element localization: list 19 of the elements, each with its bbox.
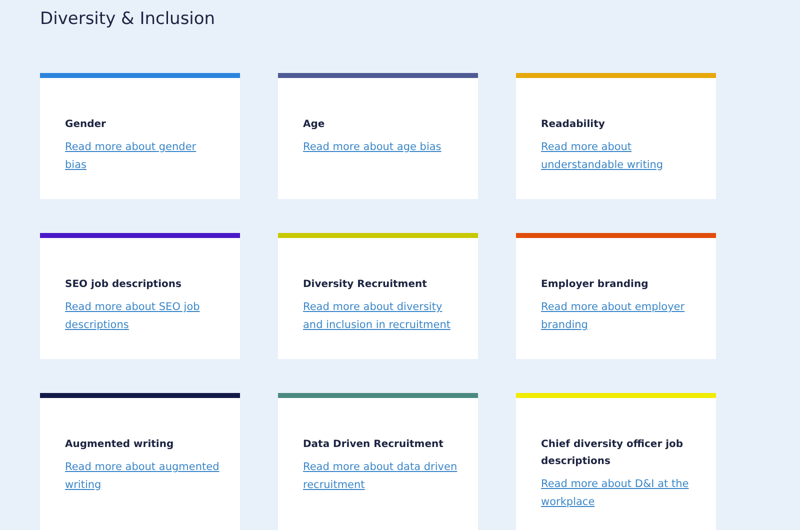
card-title: Age (303, 118, 326, 132)
read-more-link[interactable]: Read more about diversity and inclusion in recruitment (303, 299, 458, 334)
read-more-link[interactable]: Read more about data driven recruitment (303, 459, 458, 494)
card-title: Diversity Recruitment (303, 278, 428, 292)
read-more-link[interactable]: Read more about augmented writing (65, 459, 220, 494)
card-title: Gender (65, 118, 107, 132)
read-more-link[interactable]: Read more about gender bias (65, 139, 220, 174)
card-title: Readability (541, 118, 606, 132)
card-title: SEO job descriptions (65, 278, 182, 292)
read-more-link[interactable]: Read more about age bias (303, 139, 458, 156)
card-title: Data Driven Recruitment (303, 438, 444, 452)
read-more-link[interactable]: Read more about understandable writing (541, 139, 696, 174)
read-more-link[interactable]: Read more about employer branding (541, 299, 696, 334)
card-title: Employer branding (541, 278, 650, 292)
page-title: Diversity & Inclusion (40, 8, 216, 31)
read-more-link[interactable]: Read more about SEO job descriptions (65, 299, 220, 334)
read-more-link[interactable]: Read more about D&I at the workplace (541, 476, 696, 511)
card-title: Augmented writing (65, 438, 175, 452)
card-title: Chief diversity officer job descriptions (541, 438, 684, 469)
